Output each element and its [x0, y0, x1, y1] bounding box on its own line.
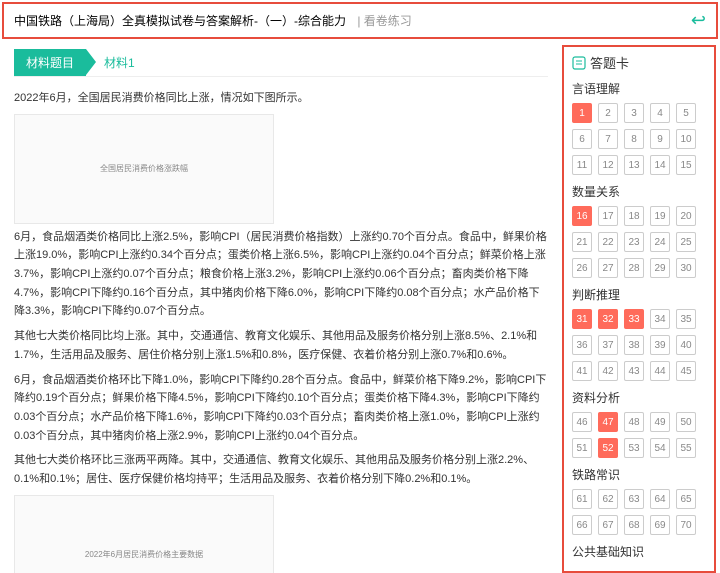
question-box-51[interactable]: 51 — [572, 438, 592, 458]
question-box-43[interactable]: 43 — [624, 361, 644, 381]
question-box-10[interactable]: 10 — [676, 129, 696, 149]
question-box-29[interactable]: 29 — [650, 258, 670, 278]
main-area: 材料题目 材料1 2022年6月，全国居民消费价格同比上涨，情况如下图所示。 全… — [0, 41, 720, 573]
tab-label-material: 材料题目 — [14, 49, 86, 76]
answer-card-header: 答题卡 — [572, 53, 706, 72]
section-title: 公共基础知识 — [572, 543, 706, 560]
question-box-48[interactable]: 48 — [624, 412, 644, 432]
question-box-30[interactable]: 30 — [676, 258, 696, 278]
question-box-25[interactable]: 25 — [676, 232, 696, 252]
question-box-36[interactable]: 36 — [572, 335, 592, 355]
passage-line: 其他七大类价格同比均上涨。其中，交通通信、教育文化娱乐、其他用品及服务价格分别上… — [14, 327, 548, 364]
question-box-17[interactable]: 17 — [598, 206, 618, 226]
question-box-53[interactable]: 53 — [624, 438, 644, 458]
question-box-64[interactable]: 64 — [650, 489, 670, 509]
section-title: 言语理解 — [572, 80, 706, 97]
question-box-61[interactable]: 61 — [572, 489, 592, 509]
question-box-19[interactable]: 19 — [650, 206, 670, 226]
question-box-2[interactable]: 2 — [598, 103, 618, 123]
question-box-66[interactable]: 66 — [572, 515, 592, 535]
question-box-67[interactable]: 67 — [598, 515, 618, 535]
header-bar: 中国铁路（上海局）全真模拟试卷与答案解析-（一）-综合能力 | 看卷练习 ↩ — [2, 2, 718, 39]
question-box-63[interactable]: 63 — [624, 489, 644, 509]
question-grid: 31 32 33 34 35 36 37 38 39 40 41 42 43 44 45 — [572, 309, 706, 381]
question-box-27[interactable]: 27 — [598, 258, 618, 278]
question-box-13[interactable]: 13 — [624, 155, 644, 175]
header-left: 中国铁路（上海局）全真模拟试卷与答案解析-（一）-综合能力 | 看卷练习 — [14, 12, 412, 29]
question-box-9[interactable]: 9 — [650, 129, 670, 149]
card-icon — [572, 56, 586, 70]
question-box-37[interactable]: 37 — [598, 335, 618, 355]
question-box-24[interactable]: 24 — [650, 232, 670, 252]
question-box-20[interactable]: 20 — [676, 206, 696, 226]
tab-material-1[interactable]: 材料1 — [86, 49, 153, 76]
question-box-21[interactable]: 21 — [572, 232, 592, 252]
question-box-26[interactable]: 26 — [572, 258, 592, 278]
question-box-55[interactable]: 55 — [676, 438, 696, 458]
section-title: 铁路常识 — [572, 466, 706, 483]
question-box-35[interactable]: 35 — [676, 309, 696, 329]
question-box-8[interactable]: 8 — [624, 129, 644, 149]
question-box-22[interactable]: 22 — [598, 232, 618, 252]
question-box-40[interactable]: 40 — [676, 335, 696, 355]
question-box-28[interactable]: 28 — [624, 258, 644, 278]
question-box-3[interactable]: 3 — [624, 103, 644, 123]
question-box-32[interactable]: 32 — [598, 309, 618, 329]
passage-line: 6月，食品烟酒类价格环比下降1.0%，影响CPI下降约0.28个百分点。食品中，… — [14, 371, 548, 446]
question-box-4[interactable]: 4 — [650, 103, 670, 123]
question-box-69[interactable]: 69 — [650, 515, 670, 535]
question-box-52[interactable]: 52 — [598, 438, 618, 458]
question-box-18[interactable]: 18 — [624, 206, 644, 226]
question-box-11[interactable]: 11 — [572, 155, 592, 175]
answer-card-panel: 答题卡 言语理解123456789101112131415数量关系1617181… — [562, 45, 716, 573]
question-box-7[interactable]: 7 — [598, 129, 618, 149]
section-title: 数量关系 — [572, 183, 706, 200]
question-box-41[interactable]: 41 — [572, 361, 592, 381]
question-box-49[interactable]: 49 — [650, 412, 670, 432]
question-box-42[interactable]: 42 — [598, 361, 618, 381]
question-box-47[interactable]: 47 — [598, 412, 618, 432]
section-title: 资料分析 — [572, 389, 706, 406]
question-box-14[interactable]: 14 — [650, 155, 670, 175]
question-box-46[interactable]: 46 — [572, 412, 592, 432]
question-grid: 123456789101112131415 — [572, 103, 706, 175]
question-box-62[interactable]: 62 — [598, 489, 618, 509]
question-box-12[interactable]: 12 — [598, 155, 618, 175]
question-box-39[interactable]: 39 — [650, 335, 670, 355]
passage-line: 其他七大类价格环比三涨两平两降。其中，交通通信、教育文化娱乐、其他用品及服务价格… — [14, 451, 548, 488]
page-title: 中国铁路（上海局）全真模拟试卷与答案解析-（一）-综合能力 — [14, 14, 346, 28]
back-arrow-icon[interactable]: ↩ — [691, 10, 706, 31]
question-box-38[interactable]: 38 — [624, 335, 644, 355]
cpi-data-table: 2022年6月居民消费价格主要数据 — [14, 495, 274, 573]
cpi-line-chart: 全国居民消费价格涨跌幅 — [14, 114, 274, 224]
question-box-65[interactable]: 65 — [676, 489, 696, 509]
passage-line: 2022年6月，全国居民消费价格同比上涨，情况如下图所示。 — [14, 89, 548, 108]
question-box-15[interactable]: 15 — [676, 155, 696, 175]
content-panel: 材料题目 材料1 2022年6月，全国居民消费价格同比上涨，情况如下图所示。 全… — [0, 41, 562, 573]
question-box-23[interactable]: 23 — [624, 232, 644, 252]
question-box-5[interactable]: 5 — [676, 103, 696, 123]
question-grid: 61 62 63 64 65 66 67 68 69 70 — [572, 489, 706, 535]
question-box-31[interactable]: 31 — [572, 309, 592, 329]
question-box-68[interactable]: 68 — [624, 515, 644, 535]
material-tabs: 材料题目 材料1 — [14, 49, 548, 77]
question-box-6[interactable]: 6 — [572, 129, 592, 149]
question-box-50[interactable]: 50 — [676, 412, 696, 432]
question-box-44[interactable]: 44 — [650, 361, 670, 381]
question-grid: 16 17 18 19 20 21 22 23 24 25 26 27 28 29 30 — [572, 206, 706, 278]
question-box-70[interactable]: 70 — [676, 515, 696, 535]
question-grid: 46 47 48 49 50 51 52 53 54 55 — [572, 412, 706, 458]
page-subtitle: | 看卷练习 — [357, 14, 411, 28]
answer-card-title: 答题卡 — [590, 53, 629, 72]
question-box-16[interactable]: 16 — [572, 206, 592, 226]
passage-body: 2022年6月，全国居民消费价格同比上涨，情况如下图所示。 全国居民消费价格涨跌… — [14, 89, 548, 573]
passage-line: 6月，食品烟酒类价格同比上涨2.5%，影响CPI（居民消费价格指数）上涨约0.7… — [14, 228, 548, 321]
question-box-1[interactable]: 1 — [572, 103, 592, 123]
question-box-45[interactable]: 45 — [676, 361, 696, 381]
answer-sections: 言语理解123456789101112131415数量关系16171819202… — [572, 80, 706, 560]
section-title: 判断推理 — [572, 286, 706, 303]
question-box-33[interactable]: 33 — [624, 309, 644, 329]
question-box-54[interactable]: 54 — [650, 438, 670, 458]
question-box-34[interactable]: 34 — [650, 309, 670, 329]
